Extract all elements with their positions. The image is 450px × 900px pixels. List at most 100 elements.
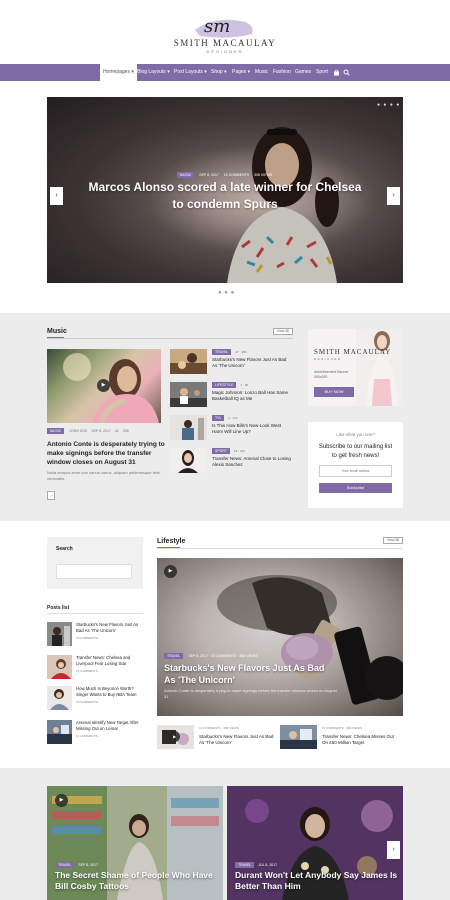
nav-item-post-layouts[interactable]: Post Layouts ▾ <box>174 64 207 81</box>
subscribe-button[interactable]: Subscribe <box>319 483 392 493</box>
post-date: SEP 8, 2017 <box>78 863 98 867</box>
post-meta: TRAVEL 27 · 386 <box>212 349 246 355</box>
post-title[interactable]: The Secret Shame of People Who Have Bill… <box>55 870 220 892</box>
post-meta: TRAVEL SEP 8, 2017 <box>55 862 98 868</box>
buy-now-button[interactable]: BUY NOW <box>314 387 354 397</box>
nav-item-pages[interactable]: Pages ▾ <box>232 64 250 81</box>
post-title[interactable]: Is This How Bills's New-Look West Harm W… <box>212 423 292 435</box>
list-item[interactable]: 10 COMMENTS · 306 VIEWS Transfer News: C… <box>280 725 400 749</box>
post-title[interactable]: Transfer News: Chelsea and Liverpool Fea… <box>76 655 146 667</box>
hero-prev-button[interactable]: ‹ <box>50 187 63 205</box>
ad-brand-name: SMITH MACAULAY <box>314 348 392 356</box>
view-all-button[interactable]: View All <box>383 537 403 544</box>
comment-count[interactable]: 10 COMMENTS <box>76 700 98 704</box>
post-date: JUL 8, 2017 <box>258 863 278 867</box>
lifestyle-featured-post[interactable]: ▶ TRAVEL SEP 8, 2017 · 10 COMMENTS · 386… <box>157 558 403 716</box>
post-meta: TRAVEL SEP 8, 2017 · 10 COMMENTS · 386 V… <box>164 653 258 659</box>
comment-count[interactable]: 10 COMMENTS <box>76 636 98 640</box>
category-badge[interactable]: SPORT <box>212 448 230 454</box>
featured-post-title[interactable]: Antonio Conte is desperately trying to m… <box>47 440 165 467</box>
list-item[interactable]: Transfer News: Chelsea and Liverpool Fea… <box>47 655 147 685</box>
post-title[interactable]: Starbucks's New Flavors Just As Bad As '… <box>76 622 146 634</box>
featured-post-excerpt: Nulla tempus enim non varius varius, ali… <box>47 470 160 481</box>
list-item[interactable]: SPORT 19 · 262 Transfer News: Arsenal Clo… <box>170 448 295 476</box>
view-all-button[interactable]: View All <box>273 328 293 335</box>
comment-count[interactable]: 10 COMMENTS <box>224 173 249 177</box>
advertisement-banner[interactable]: SMITH MACAULAY DESIGNER Advertisement Ba… <box>308 329 403 406</box>
search-icon[interactable] <box>343 69 350 76</box>
read-more-button[interactable]: › <box>47 491 55 500</box>
post-thumbnail[interactable] <box>170 349 207 374</box>
category-badge[interactable]: TRAVEL <box>235 862 255 868</box>
logo-name[interactable]: SMITH MACAULAY <box>0 38 450 48</box>
newsletter-kicker: Like what you see? <box>336 432 375 437</box>
nav-item-fashion[interactable]: Fashion <box>273 64 291 81</box>
post-meta: LIFESTYLE 4 · 86 <box>212 382 248 388</box>
hero-pagination-dots[interactable]: ● ● ● <box>218 290 235 296</box>
category-badge[interactable]: TRAVEL <box>164 653 184 659</box>
post-thumbnail-art <box>47 720 72 744</box>
hero-next-button[interactable]: › <box>387 187 400 205</box>
newsletter-title: Subscribe to our mailing list to get fre… <box>318 444 393 459</box>
bag-icon[interactable] <box>333 69 340 76</box>
post-thumbnail[interactable] <box>280 725 317 749</box>
post-thumbnail[interactable] <box>47 622 72 646</box>
play-button[interactable]: ▶ <box>164 565 177 578</box>
comment-count[interactable]: 10 COMMENTS <box>76 734 98 738</box>
post-title[interactable]: Starbucks's New Flavors Just As Bad As '… <box>164 662 334 686</box>
post-title[interactable]: Durant Won't Let Anybody Say James Is Be… <box>235 870 400 892</box>
nav-item-homepages[interactable]: Homepages ▾ <box>100 64 137 81</box>
play-button[interactable]: ▶ <box>169 731 180 742</box>
nav-item-shop[interactable]: Shop ▾ <box>211 64 227 81</box>
post-thumbnail[interactable] <box>170 382 207 407</box>
view-count: 306 <box>122 429 129 433</box>
post-title[interactable]: Transfer News: Chelsea Misses Out On £50… <box>322 734 400 746</box>
list-item[interactable]: LIFESTYLE 4 · 86 Magic Johnson: Lonzo Bal… <box>170 382 295 410</box>
post-title[interactable]: Arsenal Identify New Target After Missin… <box>76 720 146 732</box>
nav-item-games[interactable]: Games <box>295 64 311 81</box>
post-thumbnail[interactable] <box>170 448 207 473</box>
nav-item-sport[interactable]: Sport <box>316 64 328 81</box>
post-title[interactable]: Starbucks's New Flavors Just As Bad As '… <box>212 357 292 369</box>
post-title[interactable]: Starbucks's New Flavors Just As Bad As '… <box>199 734 277 746</box>
post-meta: SPORT 19 · 262 <box>212 448 245 454</box>
search-input[interactable] <box>56 564 132 579</box>
post-title[interactable]: Transfer News: Arsenal Close to Losing A… <box>212 456 292 468</box>
post-thumbnail[interactable] <box>170 415 207 440</box>
hero-title[interactable]: Marcos Alonso scored a late winner for C… <box>87 179 363 213</box>
category-badge[interactable]: TRAVEL <box>212 349 232 355</box>
list-item[interactable]: How Much Is Beyoncé Worth? Singer Wants … <box>47 686 147 716</box>
post-title[interactable]: How Much Is Beyoncé Worth? Singer Wants … <box>76 686 146 698</box>
post-author[interactable]: JOHN DOE <box>69 429 87 433</box>
site-header: sm SMITH MACAULAY DESIGNER <box>0 0 450 64</box>
comment-count[interactable]: 10 COMMENTS <box>76 669 98 673</box>
post-thumbnail[interactable] <box>47 686 72 710</box>
category-badge[interactable]: TRAVEL <box>55 862 75 868</box>
category-badge[interactable]: MUSIC <box>47 428 65 434</box>
list-item[interactable]: ▶ 10 COMMENTS · 386 VIEWS Starbucks's Ne… <box>157 725 277 749</box>
category-badge[interactable]: TVL <box>212 415 225 421</box>
bottom-feature-card[interactable]: › TRAVEL JUL 8, 2017 Durant Won't Let Any… <box>227 786 403 900</box>
post-thumbnail[interactable] <box>47 720 72 744</box>
carousel-next-button[interactable]: › <box>387 841 400 859</box>
nav-item-music[interactable]: Music <box>255 64 268 81</box>
post-stats: SEP 8, 2017 · 10 COMMENTS · 386 VIEWS <box>188 654 258 658</box>
list-item[interactable]: Starbucks's New Flavors Just As Bad As '… <box>47 622 147 652</box>
post-thumbnail-art <box>170 448 207 473</box>
email-field[interactable] <box>319 465 392 477</box>
post-thumbnail-art <box>47 622 72 646</box>
play-button[interactable]: ▶ <box>55 794 68 807</box>
hero-slider[interactable]: ● ● ● ● MUSIC SEP 8, 2017 10 COMMENTS 30… <box>47 97 403 283</box>
category-badge[interactable]: MUSIC <box>177 172 195 178</box>
post-thumbnail[interactable] <box>47 655 72 679</box>
list-item[interactable]: TRAVEL 27 · 386 Starbucks's New Flavors J… <box>170 349 295 377</box>
category-badge[interactable]: LIFESTYLE <box>212 382 237 388</box>
post-thumbnail[interactable]: ▶ <box>157 725 194 749</box>
list-item[interactable]: TVL 4 · 172 Is This How Bills's New-Look … <box>170 415 295 443</box>
ad-model-image <box>356 329 403 406</box>
list-item[interactable]: Arsenal Identify New Target After Missin… <box>47 720 147 750</box>
play-button[interactable]: ▶ <box>97 379 110 392</box>
post-title[interactable]: Magic Johnson: Lonzo Ball Has Same Baske… <box>212 390 292 402</box>
bottom-feature-card[interactable]: ▶ TRAVEL SEP 8, 2017 The Secret Shame of … <box>47 786 223 900</box>
nav-item-blog-layouts[interactable]: Blog Layouts ▾ <box>137 64 170 81</box>
